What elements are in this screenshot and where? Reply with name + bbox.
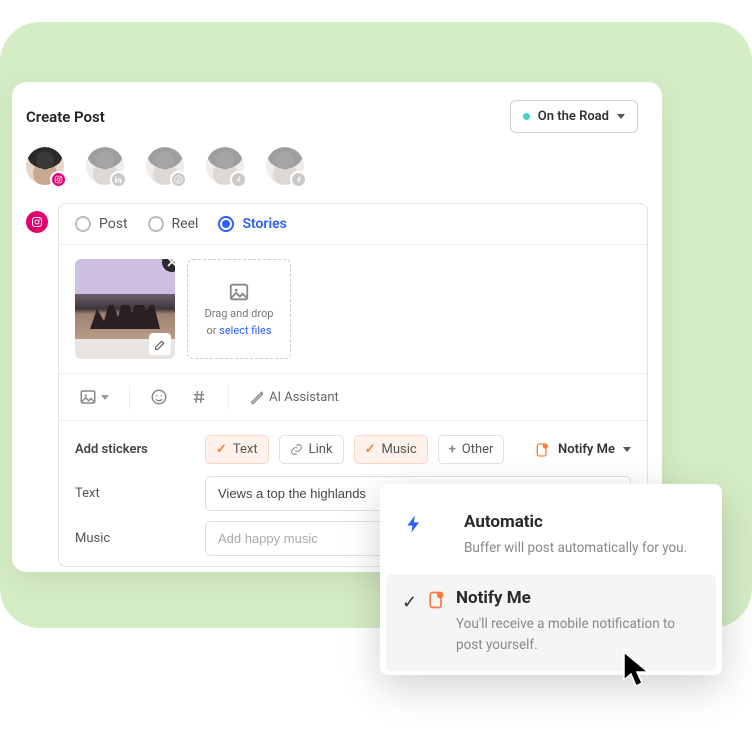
editor-toolbar: AI Assistant xyxy=(59,373,647,420)
sticker-chip-music[interactable]: ✓Music xyxy=(354,435,428,464)
sticker-chip-link[interactable]: Link xyxy=(279,435,344,464)
project-status-dot xyxy=(523,113,530,120)
automatic-icon xyxy=(404,514,424,534)
stickers-label: Add stickers xyxy=(75,442,195,457)
instagram-badge-icon xyxy=(50,171,67,188)
post-type-row: Post Reel Stories xyxy=(59,204,647,245)
channel-tiktok[interactable] xyxy=(206,147,244,185)
notify-icon xyxy=(534,442,550,458)
sticker-chip-other[interactable]: +Other xyxy=(438,435,505,464)
ai-assistant-button[interactable]: AI Assistant xyxy=(241,383,347,411)
popover-item-notify-me[interactable]: ✓ Notify Me You'll receive a mobile noti… xyxy=(386,574,716,671)
media-thumbnail[interactable] xyxy=(75,259,175,359)
check-icon: ✓ xyxy=(216,442,227,457)
sticker-chip-text[interactable]: ✓Text xyxy=(205,435,269,464)
cursor-icon xyxy=(622,650,658,694)
stickers-row: Add stickers ✓Text Link ✓Music +Other No… xyxy=(75,435,631,464)
project-label: On the Road xyxy=(538,109,609,124)
link-icon xyxy=(290,443,303,456)
channel-pinterest[interactable] xyxy=(146,147,184,185)
notify-me-dropdown[interactable]: Notify Me xyxy=(534,442,631,458)
radio-icon xyxy=(75,216,91,232)
music-field-label: Music xyxy=(75,531,195,546)
check-icon: ✓ xyxy=(365,442,376,457)
hashtag-button[interactable] xyxy=(182,382,216,412)
popover-title: Notify Me xyxy=(456,588,692,608)
tiktok-badge-icon xyxy=(230,171,247,188)
image-icon xyxy=(228,281,250,303)
popover-item-automatic[interactable]: Automatic Buffer will post automatically… xyxy=(380,498,722,574)
popover-desc: You'll receive a mobile notification to … xyxy=(456,614,692,655)
radio-icon xyxy=(148,216,164,232)
notify-icon xyxy=(426,590,446,610)
edit-media-button[interactable] xyxy=(149,333,171,355)
check-icon: ✓ xyxy=(402,592,417,613)
linkedin-badge-icon xyxy=(110,171,127,188)
text-field-label: Text xyxy=(75,486,195,501)
popover-desc: Buffer will post automatically for you. xyxy=(464,538,698,558)
dropzone-text2: or select files xyxy=(206,324,271,337)
facebook-badge-icon xyxy=(290,171,307,188)
card-header: Create Post On the Road xyxy=(12,82,662,133)
media-row: Drag and drop or select files xyxy=(59,245,647,373)
chevron-down-icon xyxy=(617,114,625,119)
media-dropzone[interactable]: Drag and drop or select files xyxy=(187,259,291,359)
music-input[interactable] xyxy=(205,521,405,556)
chevron-down-icon xyxy=(101,395,109,400)
channel-facebook[interactable] xyxy=(266,147,304,185)
instagram-side-icon xyxy=(26,211,48,233)
add-media-button[interactable] xyxy=(71,382,117,412)
post-type-post[interactable]: Post xyxy=(75,216,128,232)
chevron-down-icon xyxy=(623,447,631,452)
divider xyxy=(129,385,130,409)
pinterest-badge-icon xyxy=(170,171,187,188)
post-type-stories[interactable]: Stories xyxy=(218,216,286,232)
select-files-link[interactable]: select files xyxy=(219,324,271,337)
post-type-reel[interactable]: Reel xyxy=(148,216,199,232)
emoji-button[interactable] xyxy=(142,382,176,412)
divider xyxy=(228,385,229,409)
page-title: Create Post xyxy=(26,108,105,126)
dropzone-text: Drag and drop xyxy=(205,307,274,320)
plus-icon: + xyxy=(449,442,456,457)
channel-avatars xyxy=(12,133,662,203)
publish-mode-popover: Automatic Buffer will post automatically… xyxy=(380,484,722,675)
channel-instagram[interactable] xyxy=(26,147,64,185)
popover-title: Automatic xyxy=(464,512,698,532)
project-selector[interactable]: On the Road xyxy=(510,100,638,133)
magic-wand-icon xyxy=(249,389,265,405)
channel-linkedin[interactable] xyxy=(86,147,124,185)
radio-icon xyxy=(218,216,234,232)
